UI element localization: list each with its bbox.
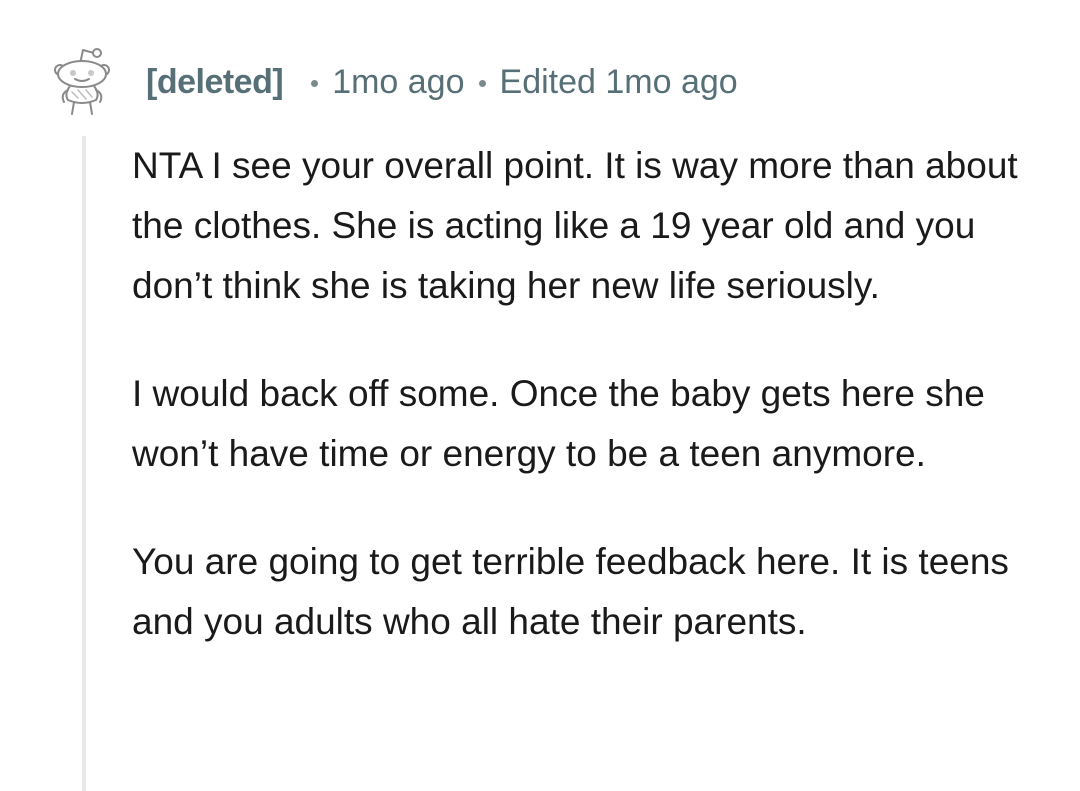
snoo-avatar-icon[interactable] <box>50 42 114 116</box>
edited-label: Edited 1mo ago <box>499 62 738 101</box>
comment-body: NTA I see your overall point. It is way … <box>132 136 1032 700</box>
author-name[interactable]: [deleted] <box>146 63 284 102</box>
comment-paragraph: You are going to get terrible feedback h… <box>132 541 1009 642</box>
separator-dot <box>311 79 319 87</box>
separator-dot <box>478 79 486 87</box>
comment-timestamp[interactable]: 1mo ago <box>332 63 464 102</box>
comment: [deleted] 1mo ago Edited 1mo ago NTA I s… <box>0 0 1080 791</box>
comment-header: [deleted] 1mo ago Edited 1mo ago <box>146 58 738 106</box>
comment-paragraph: NTA I see your overall point. It is way … <box>132 145 1018 306</box>
thread-line[interactable] <box>82 136 86 791</box>
comment-paragraph: I would back off some. Once the baby get… <box>132 373 985 474</box>
